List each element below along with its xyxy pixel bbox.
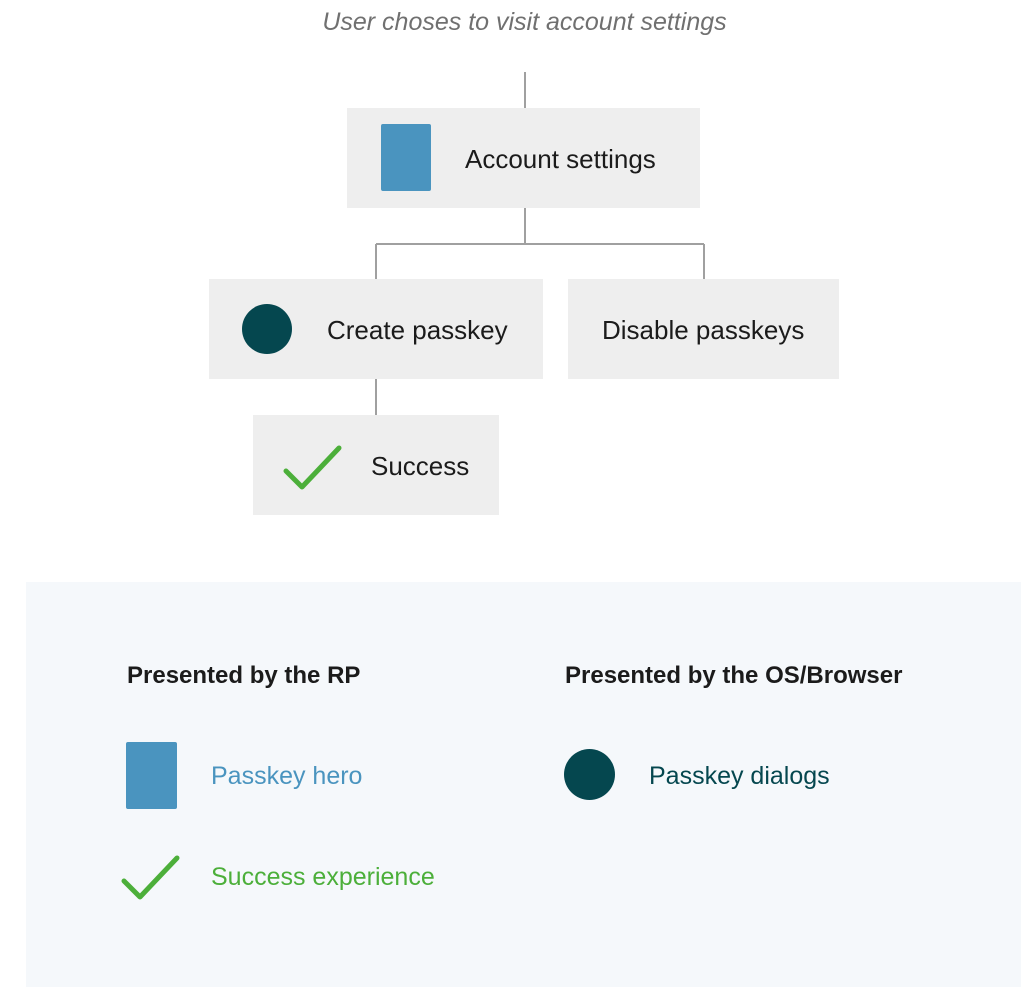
disable-passkeys-node: Disable passkeys — [568, 279, 839, 379]
legend-passkey-hero-label: Passkey hero — [211, 762, 363, 790]
legend-success-experience-label: Success experience — [211, 863, 435, 891]
legend-circle-icon — [564, 749, 615, 800]
legend-os-heading: Presented by the OS/Browser — [565, 662, 903, 689]
checkmark-icon — [283, 445, 342, 490]
legend-panel: Presented by the RP Presented by the OS/… — [26, 582, 1021, 987]
account-settings-label: Account settings — [465, 144, 656, 174]
passkey-dialog-circle-icon — [242, 304, 292, 354]
success-label: Success — [371, 451, 470, 481]
success-node: Success — [253, 415, 499, 515]
create-passkey-node: Create passkey — [209, 279, 543, 379]
passkey-hero-rect-icon — [381, 124, 431, 191]
create-passkey-label: Create passkey — [327, 315, 508, 345]
flow-caption: User choses to visit account settings — [322, 8, 727, 36]
legend-rect-icon — [126, 742, 177, 809]
legend-rp-heading: Presented by the RP — [127, 662, 361, 689]
account-settings-node: Account settings — [347, 108, 700, 208]
legend-check-icon — [121, 855, 180, 900]
legend-passkey-dialogs-label: Passkey dialogs — [649, 762, 830, 790]
disable-passkeys-label: Disable passkeys — [602, 315, 805, 345]
